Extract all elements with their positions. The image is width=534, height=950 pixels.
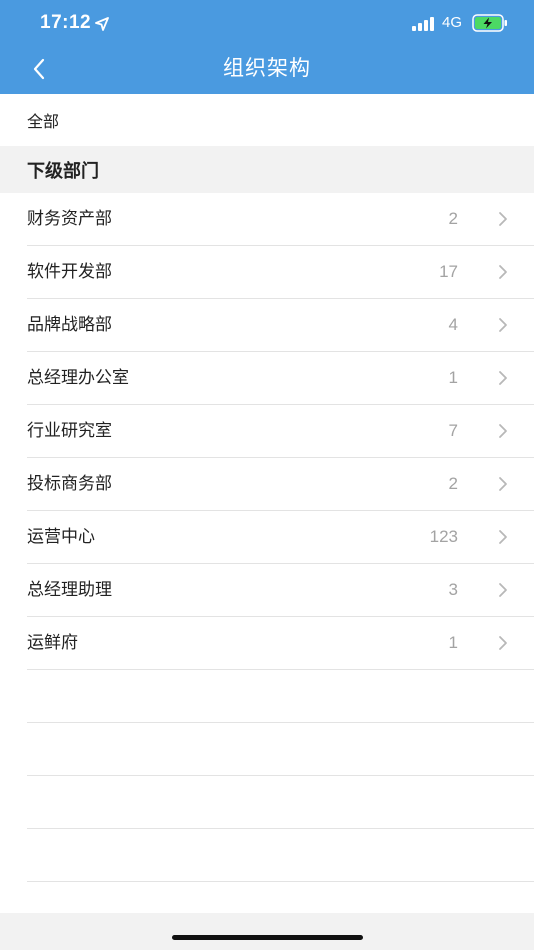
- department-row[interactable]: 财务资产部 2: [0, 193, 534, 246]
- department-row[interactable]: 运营中心 123: [0, 511, 534, 564]
- battery-charging-icon: [472, 14, 507, 32]
- chevron-right-icon: [499, 318, 507, 332]
- chevron-right-icon: [499, 583, 507, 597]
- chevron-right-icon: [499, 424, 507, 438]
- home-indicator[interactable]: [172, 935, 363, 940]
- chevron-right-icon: [499, 371, 507, 385]
- all-departments-row[interactable]: 全部: [0, 94, 534, 146]
- member-count: 1: [448, 633, 458, 652]
- empty-list-row: [0, 829, 534, 882]
- department-row[interactable]: 行业研究室 7: [0, 405, 534, 458]
- chevron-right-icon: [499, 530, 507, 544]
- department-name: 运鲜府: [27, 633, 78, 653]
- section-title: 下级部门: [27, 160, 99, 182]
- section-header: 下级部门: [0, 146, 534, 193]
- department-name: 投标商务部: [27, 474, 112, 494]
- app-header: 17:12 4G 组织架构: [0, 0, 534, 94]
- member-count: 3: [448, 580, 458, 599]
- member-count: 2: [448, 474, 458, 493]
- empty-list-row: [0, 776, 534, 829]
- department-row[interactable]: 投标商务部 2: [0, 458, 534, 511]
- empty-list-row: [0, 670, 534, 723]
- row-divider: [27, 881, 534, 882]
- status-time: 17:12: [40, 12, 92, 33]
- empty-list-row: [0, 723, 534, 776]
- member-count: 4: [448, 315, 458, 334]
- network-type: 4G: [442, 14, 463, 31]
- department-name: 财务资产部: [27, 209, 112, 229]
- member-count: 7: [448, 421, 458, 440]
- department-row[interactable]: 总经理办公室 1: [0, 352, 534, 405]
- department-name: 总经理助理: [27, 580, 112, 600]
- department-row[interactable]: 运鲜府 1: [0, 617, 534, 670]
- status-bar: 17:12 4G: [0, 0, 534, 46]
- chevron-right-icon: [499, 212, 507, 226]
- all-label: 全部: [27, 112, 60, 131]
- chevron-right-icon: [499, 265, 507, 279]
- member-count: 123: [429, 527, 458, 546]
- location-arrow-icon: [95, 17, 109, 31]
- department-row[interactable]: 总经理助理 3: [0, 564, 534, 617]
- department-name: 运营中心: [27, 527, 95, 547]
- member-count: 1: [448, 368, 458, 387]
- department-name: 品牌战略部: [27, 315, 112, 335]
- bottom-safe-area: [0, 913, 534, 950]
- chevron-right-icon: [499, 636, 507, 650]
- member-count: 17: [439, 262, 458, 281]
- department-row[interactable]: 软件开发部 17: [0, 246, 534, 299]
- page-title: 组织架构: [223, 56, 311, 80]
- department-name: 行业研究室: [27, 421, 112, 441]
- department-name: 软件开发部: [27, 262, 112, 282]
- department-row[interactable]: 品牌战略部 4: [0, 299, 534, 352]
- department-name: 总经理办公室: [27, 368, 129, 388]
- department-list: 财务资产部 2 软件开发部 17 品牌战略部 4 总经理办公室 1 行业研究室 …: [0, 193, 534, 882]
- member-count: 2: [448, 209, 458, 228]
- chevron-right-icon: [499, 477, 507, 491]
- signal-icon: [412, 17, 434, 31]
